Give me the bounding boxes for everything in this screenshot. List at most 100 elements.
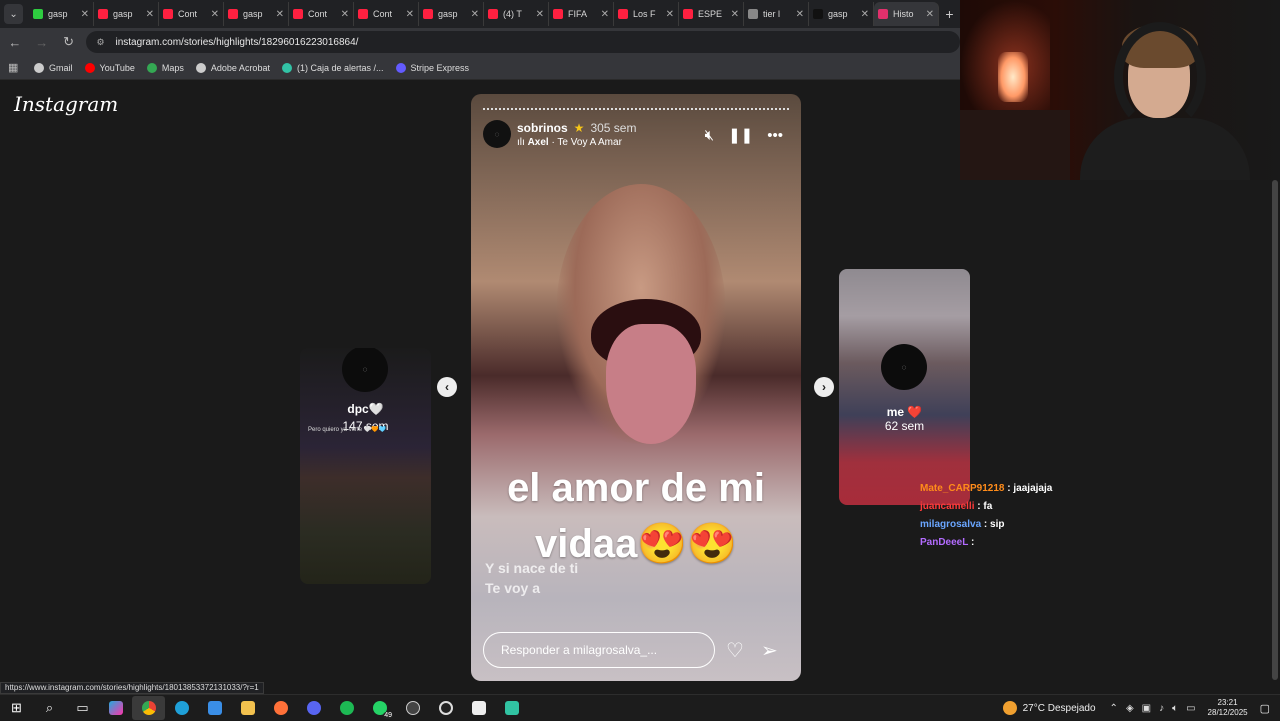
- browser-tab[interactable]: gasp ✕: [224, 2, 290, 26]
- share-send-icon[interactable]: ➢: [761, 638, 778, 663]
- battery-icon[interactable]: ▭: [1186, 703, 1195, 714]
- apps-grid-icon[interactable]: ▦: [8, 61, 20, 74]
- browser-tab[interactable]: gasp ✕: [419, 2, 485, 26]
- main-story[interactable]: ◌ sobrinos ★ 305 sem ılı Axel · Te Voy A…: [471, 94, 801, 681]
- bookmark-item[interactable]: Stripe Express: [395, 62, 469, 73]
- start-icon[interactable]: ⊞: [0, 696, 33, 720]
- browser-tab[interactable]: FIFA ✕: [549, 2, 615, 26]
- tab-close-icon[interactable]: ✕: [926, 9, 934, 20]
- reload-button[interactable]: ↻: [57, 34, 81, 50]
- clock[interactable]: 23:21 28/12/2025: [1208, 698, 1248, 718]
- forward-button[interactable]: →: [30, 35, 54, 50]
- tab-close-icon[interactable]: ✕: [146, 9, 154, 20]
- capcut-icon[interactable]: [462, 696, 495, 720]
- chat-text: sip: [990, 519, 1005, 530]
- more-options-icon[interactable]: •••: [767, 127, 783, 144]
- browser-tab[interactable]: gasp ✕: [29, 2, 95, 26]
- windows-taskbar: ⊞ ⌕ ▭ 49 27°C Despejado ⌃ ◈ ▣ ♪ 🔈︎ ▭ 23:…: [0, 694, 1280, 720]
- tab-favicon-icon: [683, 9, 694, 19]
- scrollbar-thumb[interactable]: [1272, 180, 1278, 680]
- store-icon[interactable]: [198, 696, 231, 720]
- whatsapp-icon[interactable]: 49: [363, 696, 396, 720]
- copilot-icon[interactable]: [99, 696, 132, 720]
- browser-tab[interactable]: Cont ✕: [159, 2, 225, 26]
- browser-tab[interactable]: Cont ✕: [289, 2, 355, 26]
- chevron-up-icon[interactable]: ⌃: [1110, 703, 1118, 714]
- tab-label: gasp: [48, 9, 68, 19]
- browser-tab[interactable]: Cont ✕: [354, 2, 420, 26]
- browser-tab[interactable]: Histo ✕: [874, 2, 940, 26]
- chat-username: milagrosalva: [920, 519, 982, 530]
- story-song[interactable]: ılı Axel · Te Voy A Amar: [517, 137, 636, 148]
- story-lyric-line2: Te voy a: [485, 580, 540, 596]
- browser-tab[interactable]: tier l ✕: [744, 2, 810, 26]
- media-player-icon[interactable]: [396, 696, 429, 720]
- network-icon[interactable]: ◈: [1126, 703, 1134, 714]
- tab-close-icon[interactable]: ✕: [666, 9, 674, 20]
- tab-close-icon[interactable]: ✕: [861, 9, 869, 20]
- story-lyric-line1: Y si nace de ti: [485, 560, 579, 576]
- new-tab-button[interactable]: +: [939, 4, 960, 24]
- browser-tab[interactable]: Los F ✕: [614, 2, 680, 26]
- streamlabs-icon[interactable]: [495, 696, 528, 720]
- spotify-icon[interactable]: [330, 696, 363, 720]
- tab-close-icon[interactable]: ✕: [796, 9, 804, 20]
- site-info-icon[interactable]: ⚙: [96, 37, 107, 48]
- tab-close-icon[interactable]: ✕: [276, 9, 284, 20]
- microphone-icon[interactable]: ♪: [1159, 703, 1164, 714]
- display-icon[interactable]: ▣: [1142, 703, 1151, 714]
- clock-date: 28/12/2025: [1207, 708, 1248, 717]
- webcam-person: [1080, 18, 1250, 180]
- bookmark-item[interactable]: (1) Caja de alertas /...: [281, 62, 384, 73]
- weather-widget[interactable]: 27°C Despejado: [1002, 701, 1096, 715]
- reply-input[interactable]: Responder a milagrosalva_...: [483, 632, 715, 668]
- tab-close-icon[interactable]: ✕: [211, 9, 219, 20]
- next-story-name: me ❤️: [886, 405, 923, 419]
- bookmark-item[interactable]: Maps: [146, 62, 184, 73]
- pause-icon[interactable]: ❚❚: [728, 126, 753, 144]
- browser-tab[interactable]: gasp ✕: [809, 2, 875, 26]
- tab-close-icon[interactable]: ✕: [471, 9, 479, 20]
- bookmark-item[interactable]: YouTube: [84, 62, 135, 73]
- discord-icon[interactable]: [297, 696, 330, 720]
- url-field[interactable]: ⚙ instagram.com/stories/highlights/18296…: [86, 31, 961, 53]
- firefox-icon[interactable]: [264, 696, 297, 720]
- previous-story-arrow[interactable]: ‹: [437, 377, 457, 397]
- browser-tab[interactable]: (4) T ✕: [484, 2, 550, 26]
- mute-icon[interactable]: 🔇︎: [705, 127, 714, 144]
- obs-icon[interactable]: [429, 696, 462, 720]
- previous-story-preview[interactable]: ◌ dpc🤍 147 sem Pero quiero ya verte 🤍🧡🩵: [300, 348, 431, 584]
- task-view-icon[interactable]: ▭: [66, 696, 99, 720]
- search-icon[interactable]: ⌕: [33, 696, 66, 720]
- address-bar-row: ← → ↻ ⚙ instagram.com/stories/highlights…: [0, 28, 961, 56]
- browser-tab[interactable]: gasp ✕: [94, 2, 160, 26]
- like-heart-icon[interactable]: ♡: [726, 638, 744, 663]
- browser-tab[interactable]: ESPE ✕: [679, 2, 745, 26]
- tab-close-icon[interactable]: ✕: [341, 9, 349, 20]
- tab-favicon-icon: [813, 9, 824, 19]
- next-story-preview[interactable]: ◌ me ❤️ 62 sem: [839, 269, 970, 505]
- tab-close-icon[interactable]: ✕: [536, 9, 544, 20]
- edge-icon[interactable]: [165, 696, 198, 720]
- whatsapp-badge: 49: [383, 711, 393, 719]
- tab-close-icon[interactable]: ✕: [731, 9, 739, 20]
- tab-close-icon[interactable]: ✕: [406, 9, 414, 20]
- instagram-logo[interactable]: Instagram: [14, 92, 118, 116]
- bookmark-item[interactable]: Adobe Acrobat: [195, 62, 270, 73]
- chat-message: milagrosalva : sip: [920, 519, 1052, 537]
- tab-search-button[interactable]: ⌄: [4, 4, 24, 24]
- bookmark-item[interactable]: Gmail: [34, 62, 73, 73]
- back-button[interactable]: ←: [3, 35, 27, 50]
- tab-close-icon[interactable]: ✕: [81, 9, 89, 20]
- notification-icon[interactable]: ▢: [1260, 702, 1270, 715]
- file-explorer-icon[interactable]: [231, 696, 264, 720]
- story-avatar[interactable]: ◌: [483, 120, 511, 148]
- volume-icon[interactable]: 🔈︎: [1172, 703, 1178, 714]
- previous-story-name: dpc🤍: [347, 402, 384, 416]
- tab-close-icon[interactable]: ✕: [601, 9, 609, 20]
- tab-label: gasp: [828, 9, 848, 19]
- previous-story-caption: Pero quiero ya verte 🤍🧡🩵: [308, 427, 387, 433]
- chrome-icon[interactable]: [132, 695, 165, 720]
- next-story-arrow[interactable]: ›: [814, 377, 834, 397]
- story-username[interactable]: sobrinos: [517, 121, 568, 135]
